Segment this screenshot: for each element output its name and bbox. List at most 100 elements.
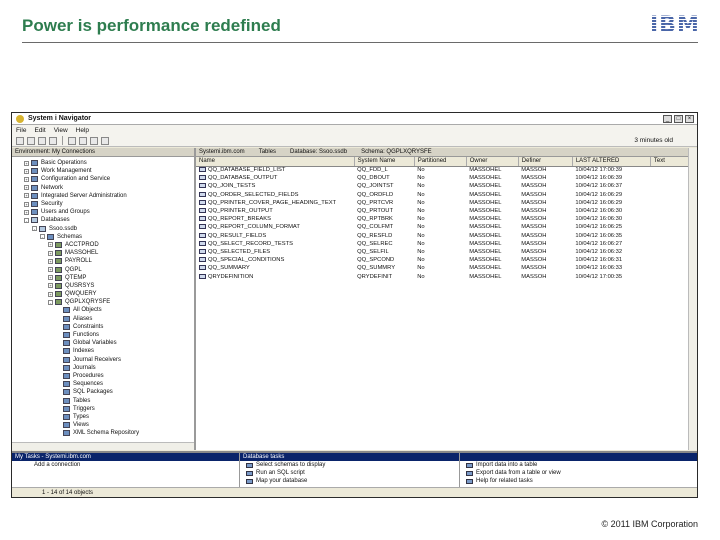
table-row[interactable]: QQ_SPECIAL_CONDITIONS QQ_SPCOND No MASSOHEL… [196, 256, 697, 264]
menu-edit[interactable]: Edit [34, 127, 45, 134]
tree-item[interactable]: - QGPLXQRYSFE [12, 298, 194, 306]
maximize-icon[interactable]: □ [674, 114, 683, 123]
expand-toggle-icon[interactable]: + [48, 258, 53, 264]
table-cell: QRYDEFINIT [354, 272, 414, 280]
menu-view[interactable]: View [54, 127, 68, 134]
table-row[interactable]: QQ_PRINTER_COVER_PAGE_HEADING_TEXT QQ_PRT… [196, 199, 697, 207]
database-task-link[interactable]: Run an SQL script [240, 469, 459, 477]
tree-item[interactable]: - Schemas [12, 233, 194, 241]
database-task-link[interactable]: Select schemas to display [240, 461, 459, 469]
back-icon[interactable] [16, 136, 24, 145]
view-icon[interactable] [101, 136, 109, 145]
expand-toggle-icon[interactable]: - [24, 217, 29, 223]
expand-toggle-icon[interactable]: - [48, 299, 53, 305]
table-row[interactable]: QQ_DATABASE_OUTPUT QQ_DBOUT No MASSOHEL MASS… [196, 174, 697, 182]
column-header[interactable]: Partitioned [414, 157, 467, 167]
tree-item[interactable]: Procedures [12, 372, 194, 380]
minimize-icon[interactable]: _ [663, 114, 672, 123]
column-header[interactable]: Definer [518, 157, 573, 167]
table-row[interactable]: QQ_DATABASE_FIELD_LIST QQ_FDD_L No MASSOHEL… [196, 166, 697, 174]
paste-icon[interactable] [38, 136, 46, 145]
table-cell: QQ_SELFIL [354, 248, 414, 256]
table-row[interactable]: QQ_SELECT_RECORD_TESTS QQ_SELREC No MASSOHE… [196, 240, 697, 248]
tree-item[interactable]: + MASSOHEL [12, 249, 194, 257]
table-row[interactable]: QQ_PRINTER_OUTPUT QQ_PRTOUT No MASSOHEL MASS… [196, 207, 697, 215]
monitor-icon[interactable] [90, 136, 98, 145]
tree-horizontal-scrollbar[interactable] [12, 442, 194, 450]
expand-toggle-icon[interactable]: + [24, 185, 29, 191]
expand-toggle-icon[interactable]: + [48, 275, 53, 281]
table-vertical-scrollbar[interactable] [688, 148, 697, 450]
expand-toggle-icon[interactable]: + [48, 250, 53, 256]
tree-item[interactable]: SQL Packages [12, 388, 194, 396]
expand-toggle-icon[interactable]: + [24, 201, 29, 207]
tree-item[interactable]: + Basic Operations [12, 159, 194, 167]
tree-item[interactable]: Indexes [12, 347, 194, 355]
tree-item[interactable]: Types [12, 413, 194, 421]
related-task-link[interactable]: Import data into a table [460, 461, 697, 469]
tree-item[interactable]: Views [12, 421, 194, 429]
tree-item[interactable]: Sequences [12, 380, 194, 388]
table-row[interactable]: QQ_REPORT_BREAKS QQ_RPTBRK No MASSOHEL MASSO… [196, 215, 697, 223]
related-task-link[interactable]: Export data from a table or view [460, 469, 697, 477]
cell-text: QRYDEFINIT [357, 273, 393, 280]
tree-item[interactable]: + Security [12, 200, 194, 208]
column-header[interactable]: System Name [354, 157, 415, 167]
tree-item[interactable]: + QWQUERY [12, 290, 194, 298]
table-row[interactable]: QQ_ORDER_SELECTED_FIELDS QQ_ORDFLD No MASSO… [196, 191, 697, 199]
expand-toggle-icon[interactable]: + [24, 209, 29, 215]
tree-item[interactable]: + QTEMP [12, 274, 194, 282]
delete-icon[interactable] [49, 136, 57, 145]
table-row[interactable]: QRYDEFINITION QRYDEFINIT No MASSOHEL MASSOH 1… [196, 272, 697, 280]
expand-toggle-icon[interactable]: + [48, 267, 53, 273]
add-connection-link[interactable]: Add a connection [12, 461, 239, 469]
tree-item[interactable]: - Databases [12, 216, 194, 224]
tree-item[interactable]: Journal Receivers [12, 356, 194, 364]
tree-item[interactable]: Aliases [12, 315, 194, 323]
table-row[interactable]: QQ_SELECTED_FILES QQ_SELFIL No MASSOHEL MASS… [196, 248, 697, 256]
expand-toggle-icon[interactable]: + [24, 160, 29, 166]
expand-toggle-icon[interactable]: + [48, 283, 53, 289]
tree-item[interactable]: Triggers [12, 405, 194, 413]
close-icon[interactable]: × [685, 114, 694, 123]
tree-item[interactable]: + Integrated Server Administration [12, 192, 194, 200]
menu-help[interactable]: Help [76, 127, 89, 134]
tree-item[interactable]: All Objects [12, 306, 194, 314]
refresh-icon[interactable] [79, 136, 87, 145]
expand-toggle-icon[interactable]: - [32, 226, 37, 232]
tree-item[interactable]: Tables [12, 396, 194, 404]
properties-icon[interactable] [68, 136, 76, 145]
expand-toggle-icon[interactable]: + [48, 242, 53, 248]
column-header[interactable]: Name [196, 157, 355, 167]
copy-icon[interactable] [27, 136, 35, 145]
tree-item[interactable]: Functions [12, 331, 194, 339]
expand-toggle-icon[interactable]: + [24, 176, 29, 182]
table-row[interactable]: QQ_JOIN_TESTS QQ_JOINTST No MASSOHEL MASSOH 1… [196, 182, 697, 190]
table-row[interactable]: QQ_REPORT_COLUMN_FORMAT QQ_COLFMT No MASSOH… [196, 223, 697, 231]
cell-text: MASSOH [521, 216, 547, 223]
expand-toggle-icon[interactable]: + [24, 168, 29, 174]
column-header[interactable]: Owner [466, 157, 519, 167]
column-header[interactable]: LAST ALTERED [572, 157, 651, 167]
tree-item[interactable]: + PAYROLL [12, 257, 194, 265]
expand-toggle-icon[interactable]: - [40, 234, 45, 240]
tree-item[interactable]: Global Variables [12, 339, 194, 347]
related-task-link[interactable]: Help for related tasks [460, 477, 697, 485]
tree-item[interactable]: + Configuration and Service [12, 175, 194, 183]
tree-item[interactable]: + ACCTPROD [12, 241, 194, 249]
tree-item[interactable]: Constraints [12, 323, 194, 331]
tree-item[interactable]: XML Schema Repository [12, 429, 194, 437]
tree-item[interactable]: Journals [12, 364, 194, 372]
database-task-link[interactable]: Map your database [240, 477, 459, 485]
tree-item[interactable]: + QGPL [12, 265, 194, 273]
tree-item[interactable]: - Ssoo.ssdb [12, 225, 194, 233]
tree-item[interactable]: + Work Management [12, 167, 194, 175]
table-row[interactable]: QQ_RESULT_FIELDS QQ_RESFLD No MASSOHEL MASSO… [196, 232, 697, 240]
tree-item[interactable]: + QUSRSYS [12, 282, 194, 290]
expand-toggle-icon[interactable]: + [24, 193, 29, 199]
menu-file[interactable]: File [16, 127, 26, 134]
tree-item[interactable]: + Users and Groups [12, 208, 194, 216]
expand-toggle-icon[interactable]: + [48, 291, 53, 297]
table-row[interactable]: QQ_SUMMARY QQ_SUMMRY No MASSOHEL MASSOH 10/04… [196, 264, 697, 272]
tree-item[interactable]: + Network [12, 184, 194, 192]
